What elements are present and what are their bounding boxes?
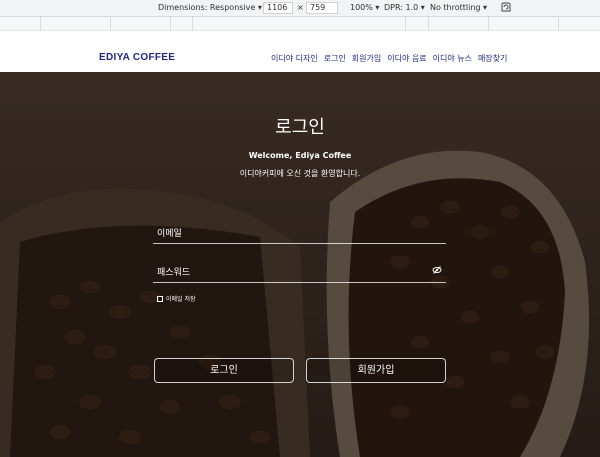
site-logo[interactable]: EDIYA COFFEE <box>99 52 175 63</box>
width-input[interactable]: 1106 <box>263 2 293 14</box>
nav-item-store-finder[interactable]: 매장찾기 <box>478 53 507 64</box>
dimensions-dropdown[interactable]: Dimensions: Responsive ▾ <box>158 3 262 12</box>
page-title: 로그인 <box>275 117 325 138</box>
remember-checkbox[interactable] <box>157 295 163 302</box>
password-field[interactable]: 패스워드 <box>153 261 446 283</box>
email-field[interactable]: 이메일 <box>153 222 446 244</box>
throttling-dropdown[interactable]: No throttling ▾ <box>430 3 487 12</box>
hide-password-icon[interactable] <box>432 265 442 275</box>
email-label: 이메일 <box>157 229 182 239</box>
nav-item-drinks[interactable]: 이디야 음료 <box>387 53 426 64</box>
password-label: 패스워드 <box>157 268 191 278</box>
signup-button[interactable]: 회원가입 <box>306 358 446 383</box>
remember-label: 이메일 저장 <box>166 296 196 303</box>
nav-item-design[interactable]: 이디야 디자인 <box>271 53 318 64</box>
dpr-dropdown[interactable]: DPR: 1.0 ▾ <box>384 3 425 12</box>
nav-item-news[interactable]: 이디야 뉴스 <box>433 53 472 64</box>
rotate-icon[interactable] <box>500 1 512 15</box>
devtools-toolbar: Dimensions: Responsive ▾ 1106 × 759 100%… <box>0 0 600 17</box>
media-query-ruler[interactable] <box>0 17 600 31</box>
remember-email[interactable]: 이메일 저장 <box>157 294 196 303</box>
zoom-dropdown[interactable]: 100% ▾ <box>350 3 379 12</box>
welcome-text: Welcome, Ediya Coffee <box>248 151 352 160</box>
welcome-subtitle: 이디야커피에 오신 것을 환영합니다. <box>239 169 361 178</box>
height-input[interactable]: 759 <box>306 2 338 14</box>
nav-item-signup[interactable]: 회원가입 <box>352 53 381 64</box>
times-sign: × <box>297 3 304 12</box>
main-nav: 이디야 디자인 로그인 회원가입 이디야 음료 이디야 뉴스 매장찾기 <box>271 53 507 64</box>
site-header <box>0 31 600 72</box>
login-button[interactable]: 로그인 <box>154 358 294 383</box>
nav-item-login[interactable]: 로그인 <box>324 53 346 64</box>
